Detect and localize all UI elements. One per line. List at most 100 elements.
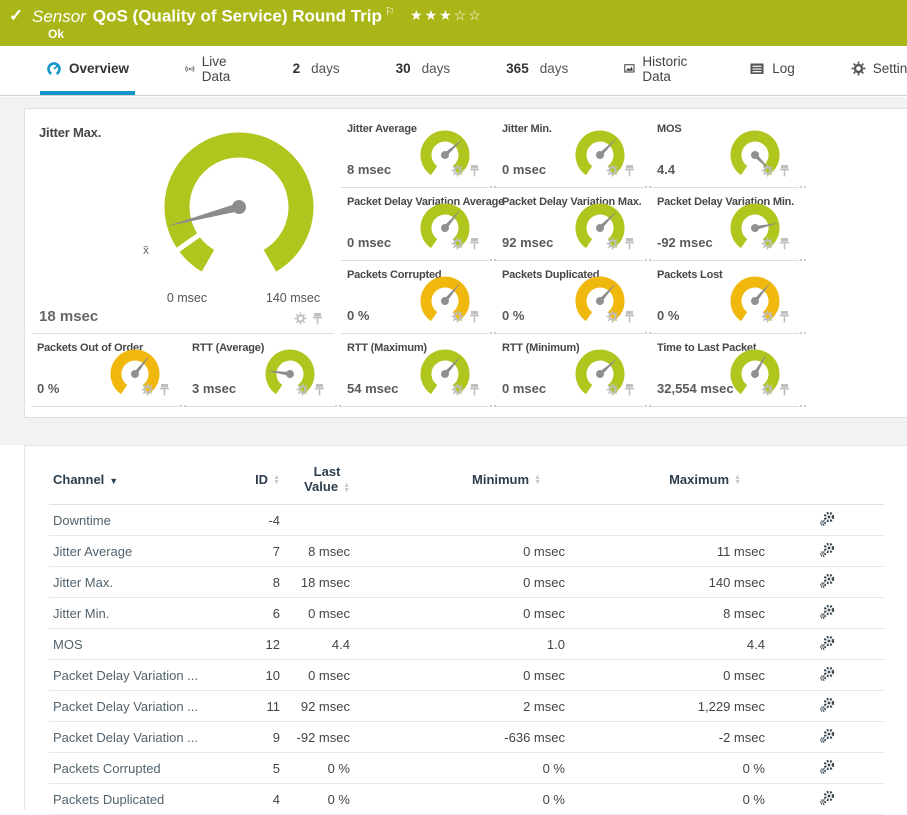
column-label: Value bbox=[304, 479, 338, 494]
star-empty-icon[interactable]: ☆ bbox=[468, 7, 483, 23]
channel-id: 12 bbox=[219, 629, 284, 660]
channel-settings-icon[interactable] bbox=[819, 573, 835, 589]
gear-icon[interactable] bbox=[606, 237, 619, 250]
gauge-title: MOS bbox=[657, 123, 681, 135]
tab-overview[interactable]: Overview bbox=[40, 46, 135, 95]
pin-icon[interactable] bbox=[313, 383, 326, 396]
channel-name[interactable]: Packet Delay Variation ... bbox=[49, 722, 219, 753]
gauge-cell-actions bbox=[141, 383, 171, 396]
tab-30-days[interactable]: 30 days bbox=[390, 46, 457, 95]
tab-settings[interactable]: Settings bbox=[845, 46, 907, 95]
gear-icon[interactable] bbox=[761, 164, 774, 177]
gear-icon[interactable] bbox=[761, 310, 774, 323]
channel-settings-icon[interactable] bbox=[819, 666, 835, 682]
pin-icon[interactable] bbox=[311, 312, 324, 325]
gear-icon[interactable] bbox=[451, 383, 464, 396]
gear-icon[interactable] bbox=[606, 310, 619, 323]
tab-365-days[interactable]: 365 days bbox=[500, 46, 574, 95]
star-empty-icon[interactable]: ☆ bbox=[454, 7, 469, 23]
star-filled-icon[interactable]: ★ bbox=[439, 7, 454, 23]
tab-2-days[interactable]: 2 days bbox=[287, 46, 346, 95]
column-header-maximum[interactable]: Maximum▲▼ bbox=[569, 456, 769, 505]
pin-icon[interactable] bbox=[468, 383, 481, 396]
channel-name[interactable]: Jitter Average bbox=[49, 536, 219, 567]
gear-icon[interactable] bbox=[451, 164, 464, 177]
gauge-cell-actions bbox=[606, 310, 636, 323]
gauge-cell-actions bbox=[451, 164, 481, 177]
gauge-value: 18 msec bbox=[39, 308, 98, 325]
tab-number: 30 bbox=[396, 61, 411, 76]
channel-settings-icon[interactable] bbox=[819, 759, 835, 775]
tab-label: days bbox=[311, 61, 340, 76]
gauge-cell-packets-corrupted: Packets Corrupted 0 % bbox=[341, 261, 489, 334]
channel-name[interactable]: Packets Corrupted bbox=[49, 753, 219, 784]
gauge-cell-mos: MOS 4.4 bbox=[651, 115, 799, 188]
channel-minimum: 0 msec bbox=[354, 660, 569, 691]
tab-log[interactable]: Log bbox=[743, 46, 801, 95]
gauge-cell-actions bbox=[294, 312, 324, 325]
column-header-last-value[interactable]: Last Value▲▼ bbox=[284, 456, 354, 505]
pin-icon[interactable] bbox=[778, 237, 791, 250]
channel-settings-icon[interactable] bbox=[819, 697, 835, 713]
star-filled-icon[interactable]: ★ bbox=[425, 7, 440, 23]
channel-id: 9 bbox=[219, 722, 284, 753]
pin-icon[interactable] bbox=[623, 164, 636, 177]
star-filled-icon[interactable]: ★ bbox=[410, 7, 425, 23]
gear-icon bbox=[851, 61, 866, 76]
tab-live-data[interactable]: Live Data bbox=[179, 46, 243, 95]
channel-maximum: 4.4 bbox=[569, 629, 769, 660]
column-header-id[interactable]: ID▲▼ bbox=[219, 456, 284, 505]
pin-icon[interactable] bbox=[623, 237, 636, 250]
sort-caret-icon: ▼ bbox=[109, 476, 118, 486]
tab-historic-data[interactable]: Historic Data bbox=[618, 46, 699, 95]
gear-icon[interactable] bbox=[606, 164, 619, 177]
channel-name[interactable]: MOS bbox=[49, 629, 219, 660]
gear-icon[interactable] bbox=[761, 383, 774, 396]
gear-icon[interactable] bbox=[761, 237, 774, 250]
flag-icon[interactable]: ⚐ bbox=[385, 6, 395, 18]
channel-id: 11 bbox=[219, 691, 284, 722]
channel-settings-icon[interactable] bbox=[819, 790, 835, 806]
pin-icon[interactable] bbox=[623, 383, 636, 396]
gauge-cell-jitter-average: Jitter Average 8 msec bbox=[341, 115, 489, 188]
channel-name[interactable]: Jitter Min. bbox=[49, 598, 219, 629]
gear-icon[interactable] bbox=[296, 383, 309, 396]
column-header-channel[interactable]: Channel ▼ bbox=[49, 456, 219, 505]
channel-table-panel: Channel ▼ ID▲▼ Last Value▲▼ Minimum▲▼ Max… bbox=[24, 445, 907, 810]
table-header-row: Channel ▼ ID▲▼ Last Value▲▼ Minimum▲▼ Max… bbox=[49, 456, 884, 505]
gauge-title: RTT (Average) bbox=[192, 342, 264, 354]
pin-icon[interactable] bbox=[468, 310, 481, 323]
channel-settings-icon[interactable] bbox=[819, 604, 835, 620]
gauge-title: Jitter Min. bbox=[502, 123, 552, 135]
channel-maximum: 8 msec bbox=[569, 598, 769, 629]
channel-name[interactable]: Downtime bbox=[49, 505, 219, 536]
channel-settings-icon[interactable] bbox=[819, 542, 835, 558]
column-label: ID bbox=[255, 472, 268, 487]
channel-settings-icon[interactable] bbox=[819, 511, 835, 527]
gauge-cell-jitter-min: Jitter Min. 0 msec bbox=[496, 115, 644, 188]
gear-icon[interactable] bbox=[451, 310, 464, 323]
priority-stars[interactable]: ★★★☆☆ bbox=[410, 7, 483, 24]
gauge-value: 0 % bbox=[657, 308, 679, 323]
pin-icon[interactable] bbox=[778, 383, 791, 396]
gear-icon[interactable] bbox=[606, 383, 619, 396]
pin-icon[interactable] bbox=[468, 164, 481, 177]
channel-name[interactable]: Packet Delay Variation ... bbox=[49, 691, 219, 722]
pin-icon[interactable] bbox=[778, 310, 791, 323]
channel-name[interactable]: Jitter Max. bbox=[49, 567, 219, 598]
channel-maximum: 140 msec bbox=[569, 567, 769, 598]
pin-icon[interactable] bbox=[468, 237, 481, 250]
gear-icon[interactable] bbox=[294, 312, 307, 325]
pin-icon[interactable] bbox=[158, 383, 171, 396]
column-label: Channel bbox=[53, 472, 104, 487]
gear-icon[interactable] bbox=[451, 237, 464, 250]
channel-settings-icon[interactable] bbox=[819, 728, 835, 744]
pin-icon[interactable] bbox=[623, 310, 636, 323]
table-row: Packet Delay Variation ... 11 92 msec 2 … bbox=[49, 691, 884, 722]
pin-icon[interactable] bbox=[778, 164, 791, 177]
gear-icon[interactable] bbox=[141, 383, 154, 396]
column-header-minimum[interactable]: Minimum▲▼ bbox=[354, 456, 569, 505]
channel-settings-icon[interactable] bbox=[819, 635, 835, 651]
channel-minimum: -636 msec bbox=[354, 722, 569, 753]
channel-name[interactable]: Packet Delay Variation ... bbox=[49, 660, 219, 691]
